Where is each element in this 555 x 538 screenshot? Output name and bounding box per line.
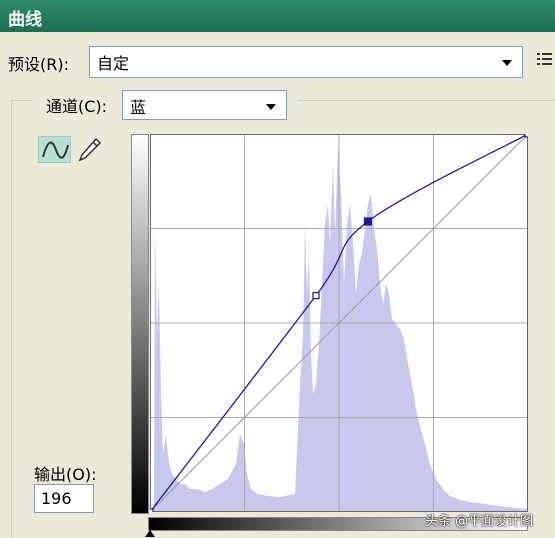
curve-point[interactable] bbox=[150, 508, 154, 512]
output-label: 输出(O): bbox=[34, 465, 97, 484]
output-field[interactable]: 196 bbox=[34, 484, 94, 513]
curves-graph[interactable] bbox=[150, 134, 528, 512]
curve-point[interactable] bbox=[312, 292, 320, 300]
chevron-down-icon bbox=[502, 60, 512, 66]
pencil-tool-icon[interactable] bbox=[76, 136, 102, 164]
channel-value: 蓝 bbox=[130, 98, 147, 117]
black-point-slider[interactable] bbox=[145, 530, 155, 537]
preset-select[interactable]: 自定 bbox=[89, 46, 523, 78]
curves-graph-svg bbox=[150, 134, 528, 512]
window-titlebar: 曲线 bbox=[0, 0, 555, 32]
groupbox-border-top-right bbox=[298, 100, 555, 101]
curve-tool-icon bbox=[42, 141, 69, 159]
window-title: 曲线 bbox=[8, 10, 42, 30]
list-menu-icon[interactable] bbox=[535, 48, 553, 70]
output-value: 196 bbox=[41, 489, 72, 508]
output-gradient-bar bbox=[131, 134, 149, 514]
preset-label: 预设(R): bbox=[8, 55, 69, 74]
watermark: 头条 @平面设计图 bbox=[425, 514, 534, 529]
preset-value: 自定 bbox=[97, 54, 130, 73]
curve-point[interactable] bbox=[524, 134, 528, 138]
groupbox-border-top-left bbox=[11, 100, 33, 101]
channel-label: 通道(C): bbox=[46, 97, 108, 116]
curve-point-selected[interactable] bbox=[363, 217, 372, 226]
groupbox-border-left bbox=[11, 100, 12, 538]
curve-tool-button[interactable] bbox=[38, 136, 71, 163]
channel-select[interactable]: 蓝 bbox=[122, 90, 287, 120]
chevron-down-icon bbox=[266, 104, 276, 110]
